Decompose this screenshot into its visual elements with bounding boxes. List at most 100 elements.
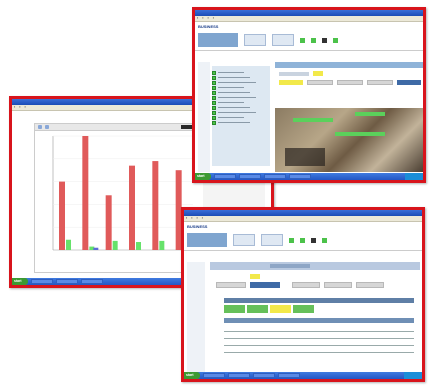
menu-item[interactable]: ▪: [191, 216, 192, 221]
taskbar-item[interactable]: [81, 279, 103, 284]
action-button[interactable]: [324, 282, 352, 288]
bottom-window: ▪ ▪ ▪ ▪ BUSINESS start: [181, 207, 425, 382]
sidebar-item-label: [218, 112, 256, 113]
filter-chip[interactable]: [224, 305, 245, 313]
table-row[interactable]: [224, 331, 414, 332]
bar-series-3: [93, 247, 99, 250]
nav-tab[interactable]: [272, 34, 294, 46]
tree-node-icon: [212, 75, 216, 80]
bottom-left-nav: [187, 262, 205, 372]
tree-node-icon: [212, 105, 216, 110]
menu-item[interactable]: ▪: [202, 216, 203, 221]
action-button[interactable]: [292, 282, 320, 288]
menu-item[interactable]: ▪: [197, 216, 198, 221]
table-row[interactable]: [224, 345, 414, 346]
taskbar-item[interactable]: [31, 279, 53, 284]
taskbar-item[interactable]: [289, 174, 311, 179]
sidebar-item-label: [218, 117, 244, 118]
bottom-brand-row: BUSINESS: [184, 222, 422, 230]
start-button[interactable]: start: [195, 173, 211, 180]
app-icon[interactable]: [322, 237, 327, 243]
action-button[interactable]: [356, 282, 384, 288]
table-row[interactable]: [224, 338, 414, 339]
site-photo: [275, 108, 423, 172]
top-window-taskbar: start: [195, 173, 423, 180]
bar-chart: [52, 135, 193, 251]
header-panel: [198, 33, 238, 47]
bottom-window-taskbar: start: [184, 372, 422, 379]
menu-item[interactable]: ▪: [197, 16, 198, 21]
highlight-field[interactable]: [279, 80, 303, 85]
taskbar-item[interactable]: [203, 373, 225, 378]
nav-tab[interactable]: [233, 234, 255, 246]
tree-node-icon: [212, 115, 216, 120]
data-table: [224, 325, 414, 355]
bar-series-1: [129, 165, 135, 250]
menu-item[interactable]: ▪: [186, 216, 187, 221]
action-button[interactable]: [216, 282, 246, 288]
bar-series-2: [136, 242, 141, 250]
app-icon[interactable]: [311, 37, 316, 43]
nav-tab[interactable]: [244, 34, 266, 46]
sidebar-item-label: [218, 102, 244, 103]
menu-item[interactable]: ▪: [208, 16, 209, 21]
app-icon[interactable]: [300, 37, 305, 43]
top-sidebar-tree: [212, 66, 270, 166]
tree-node-icon: [212, 120, 216, 125]
bar-series-1: [59, 181, 65, 250]
status-badge: [250, 274, 260, 279]
top-title-bar: [275, 62, 423, 68]
filter-chip[interactable]: [293, 305, 314, 313]
app-icon[interactable]: [322, 37, 327, 43]
taskbar-item[interactable]: [228, 373, 250, 378]
sidebar-item-label: [218, 77, 250, 78]
chart-tool-button[interactable]: [38, 125, 42, 129]
sidebar-item-label: [218, 82, 256, 83]
action-button[interactable]: [367, 80, 393, 85]
app-icon[interactable]: [311, 237, 316, 243]
chart-tool-button[interactable]: [45, 125, 49, 129]
primary-action-button[interactable]: [250, 282, 280, 288]
tree-node-icon: [212, 70, 216, 75]
brand-logo: BUSINESS: [198, 23, 219, 29]
header-panel: [187, 233, 227, 247]
start-button[interactable]: start: [12, 278, 28, 285]
status-badge: [313, 71, 323, 76]
system-tray: [404, 372, 422, 379]
taskbar-item[interactable]: [278, 373, 300, 378]
menu-item[interactable]: ▪: [213, 16, 214, 21]
filter-chip[interactable]: [270, 305, 291, 313]
start-button[interactable]: start: [184, 372, 200, 379]
taskbar-item[interactable]: [214, 174, 236, 179]
bar-series-2: [159, 240, 165, 250]
table-row[interactable]: [224, 352, 414, 353]
nav-tab[interactable]: [261, 234, 283, 246]
menu-item[interactable]: ▪: [19, 105, 20, 110]
taskbar-item[interactable]: [239, 174, 261, 179]
primary-action-button[interactable]: [397, 80, 421, 85]
menu-item[interactable]: ▪: [202, 16, 203, 21]
filter-chip[interactable]: [247, 305, 268, 313]
sidebar-item-label: [218, 122, 250, 123]
taskbar-item[interactable]: [56, 279, 78, 284]
taskbar-item[interactable]: [253, 373, 275, 378]
tree-node-icon: [212, 95, 216, 100]
action-button[interactable]: [337, 80, 363, 85]
sidebar-item-label: [218, 92, 250, 93]
bottom-title-bar: [210, 262, 420, 270]
action-button[interactable]: [307, 80, 333, 85]
sidebar-item[interactable]: [212, 120, 270, 125]
app-icon[interactable]: [289, 237, 294, 243]
brand-logo: BUSINESS: [187, 223, 208, 229]
menu-item[interactable]: ▪: [14, 105, 15, 110]
taskbar-item[interactable]: [264, 174, 286, 179]
photo-shadow: [285, 148, 325, 166]
sidebar-item-label: [218, 72, 244, 73]
table-tabs[interactable]: [224, 298, 414, 303]
tree-node-icon: [212, 110, 216, 115]
app-icon[interactable]: [300, 237, 305, 243]
menu-item[interactable]: ▪: [25, 105, 26, 110]
app-icon[interactable]: [333, 37, 338, 43]
top-brand-row: BUSINESS: [195, 22, 423, 30]
top-window: ▪ ▪ ▪ ▪ BUSINESS start: [192, 7, 426, 183]
